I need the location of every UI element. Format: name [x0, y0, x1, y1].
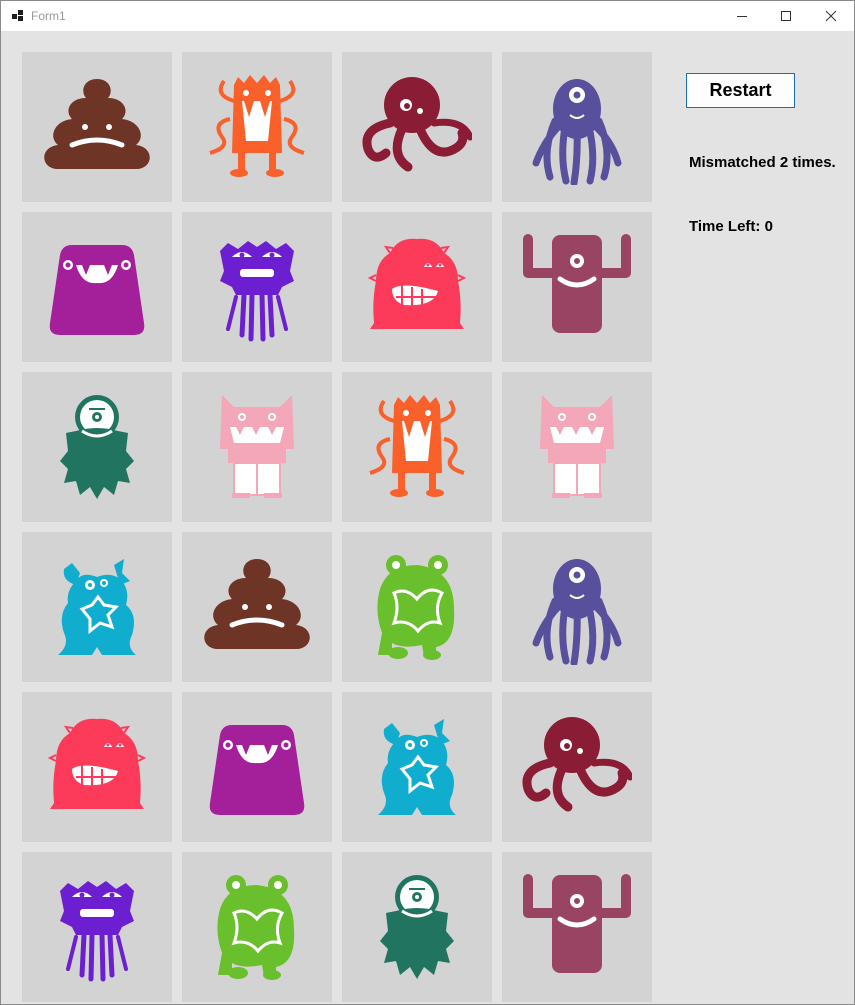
close-icon — [825, 10, 837, 22]
green-frog-monster-icon — [377, 555, 455, 660]
card-mauve-cyclops-monster[interactable] — [502, 852, 652, 1002]
card-green-frog-monster[interactable] — [182, 852, 332, 1002]
green-bearded-monster-icon — [380, 875, 454, 979]
card-magenta-blob-monster[interactable] — [22, 212, 172, 362]
red-fuzzy-monster-icon — [47, 718, 147, 809]
minimize-button[interactable] — [719, 1, 765, 31]
close-button[interactable] — [808, 1, 854, 31]
octopus-monster-icon — [522, 717, 632, 812]
pink-cat-monster-icon — [220, 395, 294, 498]
magenta-blob-monster-icon — [209, 725, 305, 815]
orange-tentacle-monster-icon — [369, 395, 465, 497]
card-octopus-monster[interactable] — [342, 52, 492, 202]
mismatch-counter: Mismatched 2 times. — [689, 154, 836, 171]
card-cyan-star-monster[interactable] — [22, 532, 172, 682]
purple-stick-monster-icon — [220, 241, 294, 342]
pink-cat-monster-icon — [540, 395, 614, 498]
orange-tentacle-monster-icon — [209, 75, 305, 177]
card-poop-monster[interactable] — [182, 532, 332, 682]
window-title: Form1 — [31, 9, 66, 23]
maximize-icon — [781, 11, 791, 21]
cyan-star-monster-icon — [58, 559, 136, 655]
card-pink-cat-monster[interactable] — [502, 372, 652, 522]
cyan-star-monster-icon — [378, 719, 456, 815]
green-frog-monster-icon — [217, 875, 295, 980]
title-bar: Form1 — [1, 1, 854, 31]
octopus-monster-icon — [362, 77, 472, 172]
magenta-blob-monster-icon — [49, 245, 145, 335]
card-pink-cat-monster[interactable] — [182, 372, 332, 522]
card-green-frog-monster[interactable] — [342, 532, 492, 682]
time-left-label: Time Left: 0 — [689, 218, 773, 235]
card-orange-tentacle-monster[interactable] — [342, 372, 492, 522]
one-eyed-tentacle-monster-icon — [532, 79, 622, 185]
one-eyed-tentacle-monster-icon — [532, 559, 622, 665]
app-window: Form1 Restart Mismatched 2 times. Time L… — [0, 0, 855, 1005]
card-green-bearded-monster[interactable] — [342, 852, 492, 1002]
card-mauve-cyclops-monster[interactable] — [502, 212, 652, 362]
app-icon — [12, 10, 24, 22]
poop-monster-icon — [44, 79, 150, 169]
mauve-cyclops-monster-icon — [523, 874, 631, 973]
minimize-icon — [737, 16, 747, 17]
card-cyan-star-monster[interactable] — [342, 692, 492, 842]
card-one-eyed-tentacle-monster[interactable] — [502, 52, 652, 202]
card-red-fuzzy-monster[interactable] — [342, 212, 492, 362]
card-poop-monster[interactable] — [22, 52, 172, 202]
maximize-button[interactable] — [763, 1, 809, 31]
card-one-eyed-tentacle-monster[interactable] — [502, 532, 652, 682]
card-octopus-monster[interactable] — [502, 692, 652, 842]
card-purple-stick-monster[interactable] — [182, 212, 332, 362]
purple-stick-monster-icon — [60, 881, 134, 982]
red-fuzzy-monster-icon — [367, 238, 467, 329]
card-red-fuzzy-monster[interactable] — [22, 692, 172, 842]
card-green-bearded-monster[interactable] — [22, 372, 172, 522]
mauve-cyclops-monster-icon — [523, 234, 631, 333]
card-magenta-blob-monster[interactable] — [182, 692, 332, 842]
card-purple-stick-monster[interactable] — [22, 852, 172, 1002]
poop-monster-icon — [204, 559, 310, 649]
card-orange-tentacle-monster[interactable] — [182, 52, 332, 202]
green-bearded-monster-icon — [60, 395, 134, 499]
restart-button[interactable]: Restart — [686, 73, 795, 108]
